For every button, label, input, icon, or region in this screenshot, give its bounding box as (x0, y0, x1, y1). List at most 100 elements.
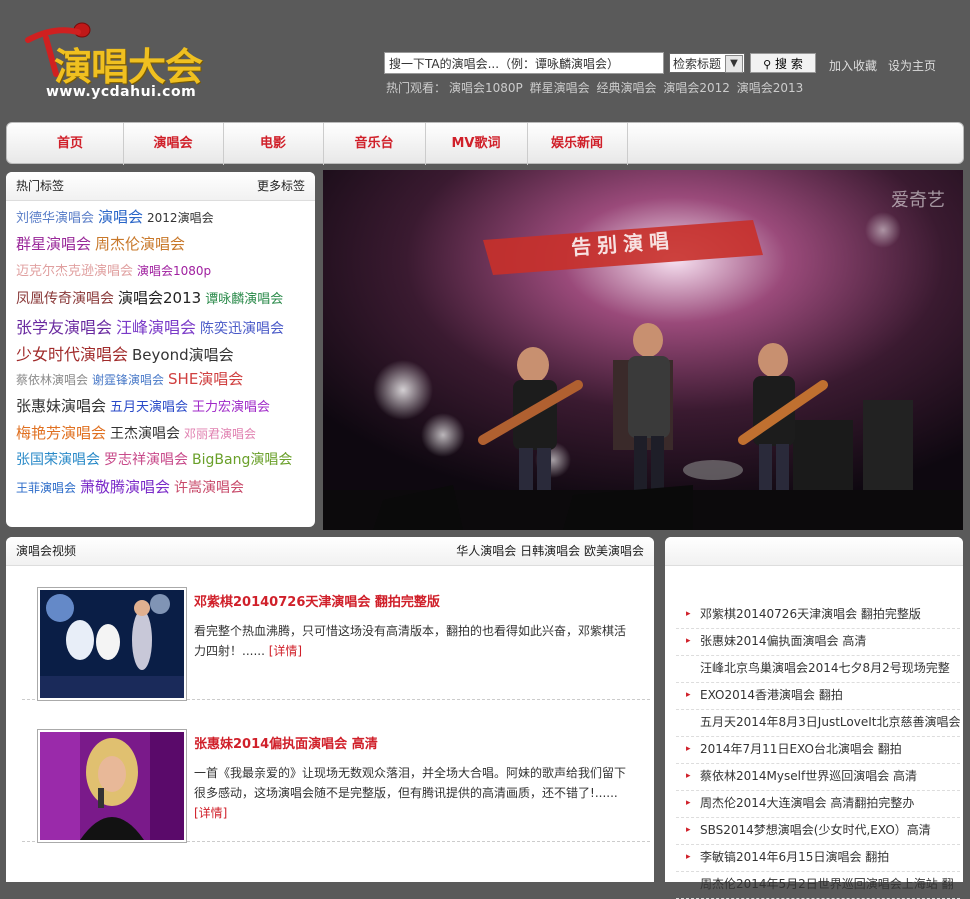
tag-link[interactable]: 周杰伦演唱会 (95, 235, 185, 253)
latest-video-link[interactable]: ▸ 邓紫棋20140726天津演唱会 翻拍完整版 (676, 602, 960, 629)
details-link[interactable]: [详情] (194, 806, 227, 820)
tag-link[interactable]: 许嵩演唱会 (174, 480, 244, 496)
tag-link[interactable]: 陈奕迅演唱会 (200, 321, 284, 337)
hot-link[interactable]: 演唱会1080P (449, 81, 523, 95)
concert-videos-panel: 演唱会视频 华人演唱会 日韩演唱会 欧美演唱会 邓紫棋20140726天津演唱会… (6, 537, 654, 882)
link-jpkr-concerts[interactable]: 日韩演唱会 (520, 544, 580, 558)
hot-link[interactable]: 经典演唱会 (596, 81, 656, 95)
latest-video-link[interactable]: ▸ 周杰伦2014大连演唱会 高清翻拍完整办 (676, 791, 960, 818)
site-logo[interactable]: 演唱大会 www.ycdahui.com (24, 18, 224, 108)
tag-link[interactable]: 张学友演唱会 (16, 318, 112, 337)
latest-video-link[interactable]: 周杰伦2014年5月2日世界巡回演唱会上海站 翻 (676, 872, 960, 899)
tag-link[interactable]: 演唱会 (98, 208, 143, 226)
tag-cloud: 刘德华演唱会 演唱会 2012演唱会群星演唱会 周杰伦演唱会迈克尔杰克逊演唱会 演唱会1… (16, 206, 315, 503)
hot-link[interactable]: 演唱会2013 (737, 81, 804, 95)
video-item: 邓紫棋20140726天津演唱会 翻拍完整版 看完整个热血沸腾，只可惜这场没有高… (22, 567, 650, 701)
nav-item-mv-lyrics[interactable]: MV歌词 (425, 123, 528, 165)
latest-video-title: EXO2014香港演唱会 翻拍 (700, 688, 843, 702)
nav-item-concerts[interactable]: 演唱会 (123, 123, 224, 165)
latest-video-link[interactable]: ▸ 张惠妹2014偏执面演唱会 高清 (676, 629, 960, 656)
tag-link[interactable]: 凤凰传奇演唱会 (16, 291, 114, 307)
latest-video-title: 五月天2014年8月3日JustLoveIt北京慈善演唱会 (700, 715, 960, 729)
video-title[interactable]: 张惠妹2014偏执面演唱会 高清 (194, 733, 378, 752)
tag-link[interactable]: 群星演唱会 (16, 235, 91, 253)
hot-link[interactable]: 演唱会2012 (663, 81, 730, 95)
latest-video-title: 2014年7月11日EXO台北演唱会 翻拍 (700, 742, 902, 756)
link-chinese-concerts[interactable]: 华人演唱会 (456, 544, 516, 558)
logo-title: 演唱大会 (54, 44, 203, 89)
search-scope-value: 检索标题 (673, 57, 722, 71)
concert-videos-title: 演唱会视频 (16, 544, 77, 558)
tag-link[interactable]: 演唱会1080p (137, 264, 211, 278)
latest-videos-list: ▸ 邓紫棋20140726天津演唱会 翻拍完整版 ▸ 张惠妹2014偏执面演唱会 高清… (676, 602, 960, 899)
main-nav: 首页 演唱会 电影 音乐台 MV歌词 娱乐新闻 (6, 122, 964, 165)
tag-link[interactable]: 迈克尔杰克逊演唱会 (16, 264, 133, 279)
nav-item-music[interactable]: 音乐台 (323, 123, 426, 165)
tag-row: 少女时代演唱会 Beyond演唱会 (16, 341, 315, 368)
tag-link[interactable]: 张惠妹演唱会 (16, 397, 106, 415)
tag-link[interactable]: 邓丽君演唱会 (184, 427, 256, 441)
latest-video-title: 李敏镐2014年6月15日演唱会 翻拍 (700, 850, 890, 864)
latest-video-title: 邓紫棋20140726天津演唱会 翻拍完整版 (700, 607, 921, 621)
search-button[interactable]: ⚲ 搜 索 (750, 53, 816, 73)
set-homepage-link[interactable]: 设为主页 (888, 57, 936, 74)
tag-row: 梅艳芳演唱会 王杰演唱会 邓丽君演唱会 (16, 422, 315, 449)
latest-video-link[interactable]: 五月天2014年8月3日JustLoveIt北京慈善演唱会 (676, 710, 960, 737)
featured-video-player[interactable]: 爱奇艺 告别演唱 (323, 170, 963, 530)
hot-link[interactable]: 群星演唱会 (530, 81, 590, 95)
latest-video-title: 周杰伦2014年5月2日世界巡回演唱会上海站 翻 (700, 877, 954, 891)
nav-item-home[interactable]: 首页 (17, 123, 124, 165)
latest-videos-header (665, 537, 963, 566)
tag-link[interactable]: 罗志祥演唱会 (104, 452, 188, 468)
add-favorite-link[interactable]: 加入收藏 (829, 57, 877, 74)
latest-video-link[interactable]: ▸ 2014年7月11日EXO台北演唱会 翻拍 (676, 737, 960, 764)
latest-video-link[interactable]: ▸ 蔡依林2014Myself世界巡回演唱会 高清 (676, 764, 960, 791)
tag-row: 张国荣演唱会 罗志祥演唱会 BigBang演唱会 (16, 449, 315, 476)
video-thumbnail[interactable] (37, 587, 187, 701)
latest-video-link[interactable]: 汪峰北京鸟巢演唱会2014七夕8月2号现场完整 (676, 656, 960, 683)
tag-link[interactable]: 汪峰演唱会 (116, 318, 196, 337)
tag-link[interactable]: 王杰演唱会 (110, 426, 180, 442)
tag-link[interactable]: 2012演唱会 (147, 211, 214, 225)
search-input[interactable] (384, 52, 664, 74)
video-description: 看完整个热血沸腾，只可惜这场没有高清版本，翻拍的也看得如此兴奋，邓紫棋活力四射！… (194, 621, 634, 661)
video-thumbnail[interactable] (37, 729, 187, 843)
bullet-arrow-icon: ▸ (686, 744, 691, 754)
tag-link[interactable]: BigBang演唱会 (192, 452, 292, 468)
latest-video-link[interactable]: ▸ 李敏镐2014年6月15日演唱会 翻拍 (676, 845, 960, 872)
video-title[interactable]: 邓紫棋20140726天津演唱会 翻拍完整版 (194, 591, 440, 610)
tag-link[interactable]: 蔡依林演唱会 (16, 373, 88, 387)
link-western-concerts[interactable]: 欧美演唱会 (584, 544, 644, 558)
search-icon: ⚲ (763, 58, 772, 71)
nav-item-news[interactable]: 娱乐新闻 (527, 123, 628, 165)
latest-video-title: 张惠妹2014偏执面演唱会 高清 (700, 634, 867, 648)
more-tags-link[interactable]: 更多标签 (257, 172, 305, 200)
video-description-text: 看完整个热血沸腾，只可惜这场没有高清版本，翻拍的也看得如此兴奋，邓紫棋活力四射！… (194, 624, 627, 658)
tag-link[interactable]: 谢霆锋演唱会 (92, 373, 164, 387)
tag-link[interactable]: 萧敬腾演唱会 (80, 478, 170, 496)
tag-link[interactable]: 王力宏演唱会 (192, 400, 270, 415)
concert-videos-header: 演唱会视频 华人演唱会 日韩演唱会 欧美演唱会 (6, 537, 654, 566)
tag-link[interactable]: 谭咏麟演唱会 (205, 292, 283, 307)
tag-link[interactable]: 刘德华演唱会 (16, 211, 94, 226)
hot-tags-title: 热门标签 (16, 179, 65, 193)
hot-tags-header: 热门标签 更多标签 (6, 172, 315, 201)
bullet-arrow-icon: ▸ (686, 771, 691, 781)
video-description: 一首《我最亲爱的》让现场无数观众落泪，并全场大合唱。阿妹的歌声给我们留下很多感动… (194, 763, 634, 823)
tag-link[interactable]: 张国荣演唱会 (16, 452, 100, 468)
details-link[interactable]: [详情] (269, 644, 302, 658)
chevron-down-icon: ▼ (725, 55, 743, 73)
latest-video-link[interactable]: ▸ SBS2014梦想演唱会(少女时代,EXO）高清 (676, 818, 960, 845)
tag-link[interactable]: SHE演唱会 (168, 370, 243, 388)
tag-link[interactable]: 梅艳芳演唱会 (16, 424, 106, 442)
tag-link[interactable]: 王菲演唱会 (16, 481, 76, 495)
tag-link[interactable]: 演唱会2013 (118, 289, 201, 307)
latest-video-link[interactable]: ▸ EXO2014香港演唱会 翻拍 (676, 683, 960, 710)
tag-link[interactable]: 五月天演唱会 (110, 400, 188, 415)
latest-video-title: 汪峰北京鸟巢演唱会2014七夕8月2号现场完整 (700, 661, 950, 675)
nav-item-movies[interactable]: 电影 (223, 123, 324, 165)
tag-link[interactable]: Beyond演唱会 (132, 346, 234, 364)
video-thumbnail-image (40, 732, 184, 840)
tag-link[interactable]: 少女时代演唱会 (16, 345, 128, 364)
search-scope-select[interactable]: 检索标题 ▼ (669, 53, 745, 73)
